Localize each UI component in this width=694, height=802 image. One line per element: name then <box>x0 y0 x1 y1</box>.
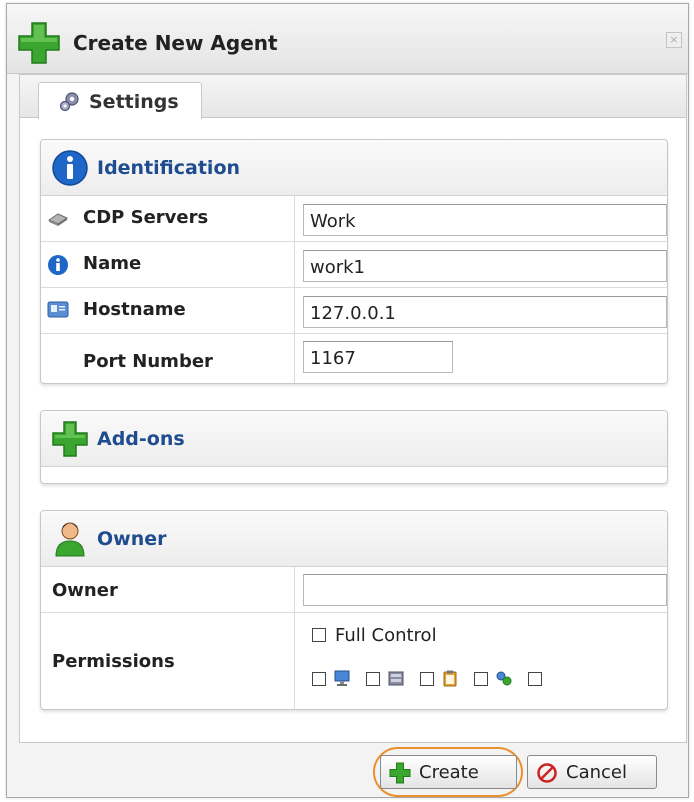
hostname-input[interactable]: 127.0.0.1 <box>303 296 667 328</box>
tab-settings[interactable]: Settings <box>38 82 202 119</box>
identification-title: Identification <box>97 157 241 179</box>
dialog-title: Create New Agent <box>73 31 278 55</box>
addons-header[interactable]: Add-ons <box>41 411 667 467</box>
name-label: Name <box>83 253 142 274</box>
name-input[interactable]: work1 <box>303 250 667 282</box>
hostname-label: Hostname <box>83 299 186 320</box>
plus-icon <box>52 421 88 457</box>
monitor-icon <box>334 670 350 686</box>
close-button[interactable]: × <box>666 32 682 48</box>
plus-icon <box>18 22 60 64</box>
server-icon <box>47 213 69 226</box>
port-label: Port Number <box>83 351 213 372</box>
permissions-label: Permissions <box>52 651 175 672</box>
full-control-checkbox[interactable] <box>312 628 326 642</box>
full-control-label: Full Control <box>335 625 437 646</box>
owner-title: Owner <box>97 528 167 550</box>
addons-panel: Add-ons <box>40 410 668 484</box>
dialog-titlebar[interactable]: Create New Agent × <box>7 4 688 74</box>
identification-panel: Identification CDP Servers Work Name wor… <box>40 139 668 384</box>
permissions-row: Permissions Full Control <box>41 613 667 709</box>
identification-header[interactable]: Identification <box>41 140 667 196</box>
cancel-label: Cancel <box>566 762 627 783</box>
network-icon <box>496 671 512 686</box>
permission-checkbox-4[interactable] <box>474 672 488 686</box>
owner-panel: Owner Owner Permissions Full Control <box>40 510 668 710</box>
cdp-servers-row: CDP Servers Work <box>41 196 667 242</box>
gear-icon <box>59 92 79 112</box>
create-button[interactable]: Create <box>380 755 517 789</box>
hostname-row: Hostname 127.0.0.1 <box>41 288 667 334</box>
owner-input[interactable] <box>303 574 667 606</box>
cancel-button[interactable]: Cancel <box>527 755 657 789</box>
permission-checkbox-1[interactable] <box>312 672 326 686</box>
owner-row: Owner <box>41 567 667 613</box>
addons-title: Add-ons <box>97 428 185 450</box>
permission-checkbox-5[interactable] <box>528 672 542 686</box>
port-input[interactable]: 1167 <box>303 341 453 373</box>
owner-label: Owner <box>52 580 118 601</box>
plus-icon <box>389 762 411 784</box>
cdp-servers-select[interactable]: Work <box>303 204 667 236</box>
tab-strip: Settings <box>20 75 686 119</box>
host-icon <box>47 301 69 318</box>
folder-icon <box>388 671 404 686</box>
create-agent-dialog: Create New Agent × Settings Identificati… <box>6 3 689 798</box>
dialog-body: Settings Identification CDP Servers Work… <box>19 74 687 743</box>
cdp-servers-label: CDP Servers <box>83 207 209 228</box>
name-row: Name work1 <box>41 242 667 288</box>
user-icon <box>55 522 85 557</box>
info-icon <box>48 255 68 275</box>
info-icon <box>52 150 88 186</box>
tab-settings-label: Settings <box>89 91 179 113</box>
clipboard-icon <box>443 670 457 687</box>
port-row: Port Number 1167 <box>41 334 667 383</box>
permission-checkbox-3[interactable] <box>420 672 434 686</box>
owner-header[interactable]: Owner <box>41 511 667 567</box>
cancel-icon <box>537 763 557 783</box>
create-label: Create <box>419 762 479 783</box>
permission-checkbox-2[interactable] <box>366 672 380 686</box>
